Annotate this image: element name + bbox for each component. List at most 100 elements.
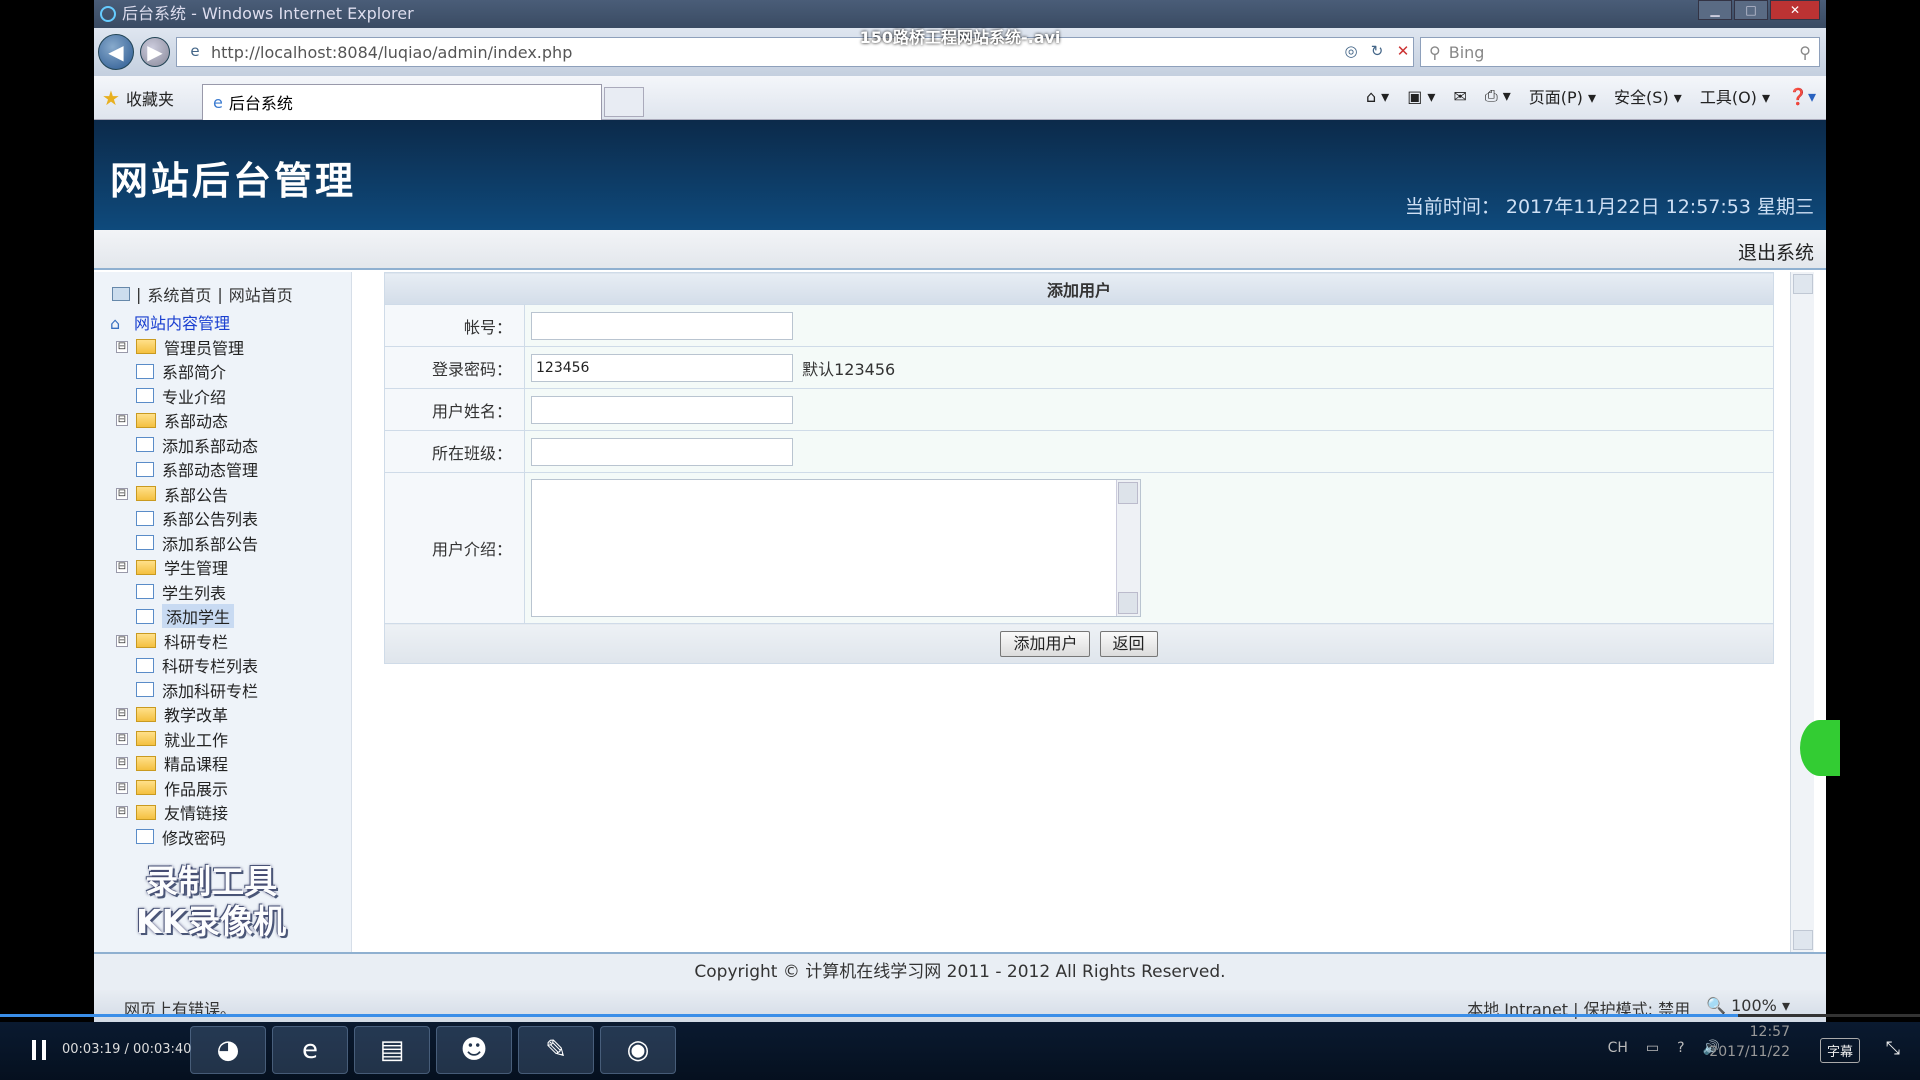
video-progress[interactable] <box>0 1014 1920 1017</box>
nav-tree: ⌂ 网站内容管理 ⊟ 管理员管理系部简介专业介绍 ⊟ 系部动态 添加系部动态 系部动态管理… <box>94 310 351 849</box>
add-user-form: 添加用户 帐号： 登录密码： 123456 默认123456 用户姓名： 所在班… <box>384 272 1774 664</box>
sidebar-item[interactable]: 添加学生 <box>110 604 351 629</box>
sidebar-icon <box>112 287 130 301</box>
sidebar-item[interactable]: 系部公告列表 <box>110 506 351 531</box>
sidebar-item-label: 作品展示 <box>164 779 229 799</box>
maximize-button[interactable]: □ <box>1734 0 1768 20</box>
account-field[interactable] <box>531 311 793 340</box>
site-banner: 网站后台管理 当前时间： 2017年11月22日 12:57:53 星期三 <box>94 120 1826 230</box>
favorites-button[interactable]: ★ 收藏夹 <box>102 86 202 110</box>
sidebar-item[interactable]: ⊟ 精品课程 <box>110 751 351 776</box>
folder-icon <box>136 559 156 575</box>
language-indicator[interactable]: CH <box>1608 1040 1628 1056</box>
page-scrollbar[interactable] <box>1790 272 1814 952</box>
expand-toggle-icon[interactable]: ⊟ <box>116 781 128 794</box>
print-icon[interactable]: ⎙ ▾ <box>1485 86 1511 106</box>
expand-toggle-icon[interactable]: ⊟ <box>116 757 128 770</box>
explorer-taskbar-icon[interactable]: ▤ <box>354 1026 430 1074</box>
scroll-down-button[interactable] <box>1118 592 1138 614</box>
expand-toggle-icon[interactable]: ⊟ <box>116 732 128 745</box>
sidebar-item[interactable]: 修改密码 <box>110 825 351 850</box>
add-user-button[interactable]: 添加用户 <box>1000 630 1091 657</box>
name-field[interactable] <box>531 395 793 424</box>
subtitle-button[interactable]: 字幕 <box>1819 1038 1860 1063</box>
chrome-taskbar-icon[interactable]: ◉ <box>600 1026 676 1074</box>
sidebar-item[interactable]: 系部动态管理 <box>110 457 351 482</box>
pause-icon[interactable] <box>28 1038 52 1062</box>
sidebar-item[interactable]: 专业介绍 <box>110 384 351 409</box>
tray-clock: 12:57 2017/11/22 <box>1709 1024 1790 1060</box>
sidebar-item[interactable]: ⊟ 学生管理 <box>110 555 351 580</box>
tray-icon-1[interactable]: ▭ <box>1646 1040 1659 1056</box>
top-toolbar: 退出系统 <box>94 230 1826 270</box>
expand-toggle-icon[interactable]: ⊟ <box>116 487 128 500</box>
sidebar-item[interactable]: ⊟ 管理员管理 <box>110 335 351 360</box>
sidebar-item-label: 科研专栏 <box>164 632 229 652</box>
new-tab-button[interactable] <box>604 86 644 117</box>
scroll-up-button[interactable] <box>1118 482 1138 504</box>
password-hint: 默认123456 <box>802 359 896 379</box>
sidebar-item[interactable]: ⊟ 系部公告 <box>110 482 351 507</box>
home-icon[interactable]: ⌂ ▾ <box>1366 87 1389 106</box>
start-orb-icon[interactable]: ◕ <box>190 1026 266 1074</box>
page-icon <box>136 584 154 600</box>
sidebar-item[interactable]: ⊟ 作品展示 <box>110 776 351 801</box>
folder-icon <box>136 633 156 649</box>
page-scroll-down[interactable] <box>1793 930 1813 950</box>
page-icon <box>136 461 154 477</box>
page-scroll-up[interactable] <box>1793 274 1813 294</box>
tools-menu[interactable]: 工具(O) ▾ <box>1700 84 1770 108</box>
sidebar-item[interactable]: 添加科研专栏 <box>110 678 351 703</box>
sidebar-item-label: 专业介绍 <box>162 387 227 407</box>
class-field[interactable] <box>531 437 793 466</box>
sidebar-item[interactable]: 科研专栏列表 <box>110 653 351 678</box>
sidebar-item[interactable]: ⊟ 科研专栏 <box>110 629 351 654</box>
expand-toggle-icon[interactable]: ⊟ <box>116 634 128 647</box>
editor-taskbar-icon[interactable]: ✎ <box>518 1026 594 1074</box>
expand-toggle-icon[interactable]: ⊟ <box>116 561 128 574</box>
sidebar-item[interactable]: ⊟ 系部动态 <box>110 408 351 433</box>
expand-toggle-icon[interactable]: ⊟ <box>116 340 128 353</box>
site-home-link[interactable]: 网站首页 <box>229 282 293 306</box>
status-bar: 网页上有错误。 本地 Intranet | 保护模式: 禁用 🔍 100% ▾ <box>94 990 1826 1022</box>
fullscreen-icon[interactable]: ⤡ <box>1886 1038 1900 1059</box>
tab-admin[interactable]: e 后台系统 <box>202 83 602 120</box>
password-field[interactable]: 123456 <box>531 353 793 382</box>
ie-taskbar-icon[interactable]: e <box>272 1026 348 1074</box>
app-taskbar-icon[interactable]: ☻ <box>436 1026 512 1074</box>
sidebar-top-links: | 系统首页 | 网站首页 <box>94 272 351 306</box>
expand-toggle-icon[interactable]: ⊟ <box>116 414 128 427</box>
minimize-button[interactable]: ▁ <box>1698 0 1732 20</box>
textarea-scrollbar[interactable] <box>1116 480 1140 616</box>
system-home-link[interactable]: 系统首页 <box>147 282 211 306</box>
safety-menu[interactable]: 安全(S) ▾ <box>1614 84 1682 108</box>
command-bar: ★ 收藏夹 e 后台系统 ⌂ ▾ ▣ ▾ ✉ ⎙ ▾ 页面(P) ▾ 安全(S)… <box>94 76 1826 120</box>
sidebar-item[interactable]: 系部简介 <box>110 359 351 384</box>
sidebar-item[interactable]: ⊟ 教学改革 <box>110 702 351 727</box>
button-row: 添加用户 返回 <box>384 623 1774 664</box>
expand-toggle-icon[interactable]: ⊟ <box>116 806 128 819</box>
star-icon: ★ <box>102 85 120 110</box>
window-title: 后台系统 - Windows Internet Explorer <box>122 4 414 23</box>
help-icon[interactable]: ❓▾ <box>1788 87 1816 106</box>
sidebar-item[interactable]: 添加系部动态 <box>110 433 351 458</box>
sidebar-item[interactable]: 添加系部公告 <box>110 531 351 556</box>
floating-badge[interactable] <box>1800 720 1840 776</box>
sidebar-item-label: 系部简介 <box>162 363 227 383</box>
sidebar-item[interactable]: 学生列表 <box>110 580 351 605</box>
sidebar-item[interactable]: ⊟ 就业工作 <box>110 727 351 752</box>
sidebar-item-label: 科研专栏列表 <box>162 657 259 677</box>
logout-link[interactable]: 退出系统 <box>1738 238 1814 265</box>
tray-help-icon[interactable]: ? <box>1677 1040 1684 1056</box>
close-window-button[interactable]: ✕ <box>1770 0 1820 20</box>
page-menu[interactable]: 页面(P) ▾ <box>1529 84 1596 108</box>
sidebar: | 系统首页 | 网站首页 ⌂ 网站内容管理 ⊟ 管理员管理 系部简介 专业介绍 ⊟ 系部… <box>94 272 352 952</box>
tree-root[interactable]: ⌂ 网站内容管理 <box>110 310 351 335</box>
intro-textarea[interactable] <box>531 479 1141 617</box>
feeds-icon[interactable]: ▣ ▾ <box>1407 87 1435 106</box>
back-button-form[interactable]: 返回 <box>1099 630 1158 657</box>
expand-toggle-icon[interactable]: ⊟ <box>116 708 128 721</box>
mail-icon[interactable]: ✉ <box>1453 87 1466 106</box>
sidebar-item[interactable]: ⊟ 友情链接 <box>110 800 351 825</box>
sidebar-item-label: 学生列表 <box>162 583 227 603</box>
